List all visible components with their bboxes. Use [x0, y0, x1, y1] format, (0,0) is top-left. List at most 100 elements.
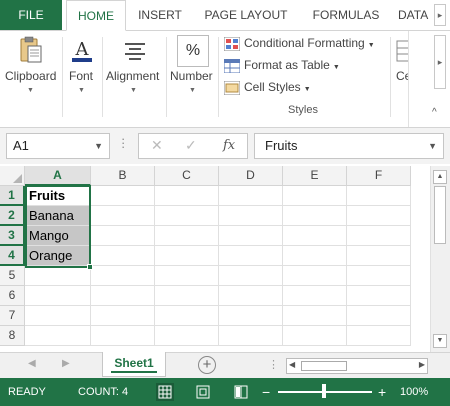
cell-f4[interactable]	[347, 246, 411, 266]
column-header-f[interactable]: F	[347, 166, 411, 186]
cell-d4[interactable]	[219, 246, 283, 266]
chevron-down-icon[interactable]: ▼	[94, 134, 103, 158]
cell-d2[interactable]	[219, 206, 283, 226]
cell-b8[interactable]	[91, 326, 155, 346]
cell-styles-button[interactable]: Cell Styles ▼	[223, 77, 311, 97]
cell-e3[interactable]	[283, 226, 347, 246]
page-layout-view-icon[interactable]	[194, 383, 212, 401]
ribbon-scroll-icon[interactable]: ▸	[434, 35, 446, 89]
cell-e1[interactable]	[283, 186, 347, 206]
row-header-1[interactable]: 1	[0, 186, 25, 206]
cell-e8[interactable]	[283, 326, 347, 346]
cell-f1[interactable]	[347, 186, 411, 206]
zoom-in-button[interactable]: +	[378, 378, 386, 406]
fill-handle[interactable]	[87, 264, 93, 270]
add-sheet-icon[interactable]: +	[198, 356, 216, 374]
cell-a6[interactable]	[25, 286, 91, 306]
cell-d5[interactable]	[219, 266, 283, 286]
cell-c2[interactable]	[155, 206, 219, 226]
cell-a1[interactable]: Fruits	[25, 186, 91, 206]
cell-a8[interactable]	[25, 326, 91, 346]
horizontal-scroll-thumb[interactable]	[301, 361, 347, 371]
cell-c1[interactable]	[155, 186, 219, 206]
cell-e4[interactable]	[283, 246, 347, 266]
cell-e7[interactable]	[283, 306, 347, 326]
row-header-3[interactable]: 3	[0, 226, 25, 246]
tab-formulas[interactable]: FORMULAS	[306, 0, 386, 30]
row-header-2[interactable]: 2	[0, 206, 25, 226]
tab-home[interactable]: HOME	[66, 0, 126, 31]
column-header-b[interactable]: B	[91, 166, 155, 186]
column-header-c[interactable]: C	[155, 166, 219, 186]
row-header-8[interactable]: 8	[0, 326, 25, 346]
collapse-ribbon-icon[interactable]: ^	[432, 107, 437, 118]
chevron-down-icon[interactable]: ▼	[428, 134, 437, 158]
cell-b1[interactable]	[91, 186, 155, 206]
name-box[interactable]: A1 ▼	[6, 133, 110, 159]
vertical-scrollbar[interactable]: ▲ ▼	[430, 166, 450, 352]
scroll-left-icon[interactable]: ◀	[289, 360, 295, 369]
cell-c8[interactable]	[155, 326, 219, 346]
scroll-right-icon[interactable]: ▶	[419, 360, 425, 369]
tab-data[interactable]: DATA	[398, 0, 438, 30]
cell-e5[interactable]	[283, 266, 347, 286]
cell-c4[interactable]	[155, 246, 219, 266]
cell-d6[interactable]	[219, 286, 283, 306]
cell-d1[interactable]	[219, 186, 283, 206]
scroll-up-icon[interactable]: ▲	[433, 170, 447, 184]
cell-a2[interactable]: Banana	[25, 206, 91, 226]
cell-b6[interactable]	[91, 286, 155, 306]
cell-b7[interactable]	[91, 306, 155, 326]
horizontal-scrollbar[interactable]: ◀ ▶	[286, 358, 428, 374]
vertical-scroll-thumb[interactable]	[434, 186, 446, 244]
column-header-d[interactable]: D	[219, 166, 283, 186]
normal-view-icon[interactable]	[156, 383, 174, 401]
tab-scroll-right-icon[interactable]: ▸	[434, 4, 446, 26]
select-all-corner[interactable]	[0, 166, 25, 186]
row-header-6[interactable]: 6	[0, 286, 25, 306]
cell-b3[interactable]	[91, 226, 155, 246]
cell-a4[interactable]: Orange	[25, 246, 91, 266]
cell-f3[interactable]	[347, 226, 411, 246]
prev-sheet-icon[interactable]: ◀	[28, 358, 36, 369]
cell-c6[interactable]	[155, 286, 219, 306]
cell-f5[interactable]	[347, 266, 411, 286]
spreadsheet-grid[interactable]: ABCDEF 12345678 Fruits Banana Mango Orange	[0, 166, 430, 352]
scroll-down-icon[interactable]: ▼	[433, 334, 447, 348]
zoom-out-button[interactable]: −	[262, 378, 270, 406]
tab-insert[interactable]: INSERT	[132, 0, 188, 30]
cell-a3[interactable]: Mango	[25, 226, 91, 246]
tab-file[interactable]: FILE	[0, 0, 62, 30]
cancel-icon[interactable]: ✕	[151, 137, 163, 154]
column-header-e[interactable]: E	[283, 166, 347, 186]
enter-icon[interactable]: ✓	[185, 137, 197, 154]
cell-e6[interactable]	[283, 286, 347, 306]
insert-function-icon[interactable]: fx	[223, 138, 235, 153]
cell-e2[interactable]	[283, 206, 347, 226]
cell-c7[interactable]	[155, 306, 219, 326]
cell-a5[interactable]	[25, 266, 91, 286]
tab-sheet1[interactable]: Sheet1	[102, 352, 166, 377]
cell-b2[interactable]	[91, 206, 155, 226]
tab-page-layout[interactable]: PAGE LAYOUT	[200, 0, 292, 30]
format-as-table-button[interactable]: Format as Table ▼	[223, 55, 340, 75]
conditional-formatting-button[interactable]: Conditional Formatting ▼	[223, 33, 375, 53]
column-header-a[interactable]: A	[25, 166, 91, 186]
formula-input[interactable]: Fruits ▼	[254, 133, 444, 159]
next-sheet-icon[interactable]: ▶	[62, 358, 70, 369]
cell-c5[interactable]	[155, 266, 219, 286]
row-header-5[interactable]: 5	[0, 266, 25, 286]
page-break-preview-icon[interactable]	[232, 383, 250, 401]
cell-b5[interactable]	[91, 266, 155, 286]
cell-d8[interactable]	[219, 326, 283, 346]
cell-c3[interactable]	[155, 226, 219, 246]
zoom-percent[interactable]: 100%	[400, 378, 428, 406]
cell-f8[interactable]	[347, 326, 411, 346]
cell-d3[interactable]	[219, 226, 283, 246]
cell-b4[interactable]	[91, 246, 155, 266]
cell-f6[interactable]	[347, 286, 411, 306]
cell-f7[interactable]	[347, 306, 411, 326]
cell-d7[interactable]	[219, 306, 283, 326]
row-header-7[interactable]: 7	[0, 306, 25, 326]
row-header-4[interactable]: 4	[0, 246, 25, 266]
